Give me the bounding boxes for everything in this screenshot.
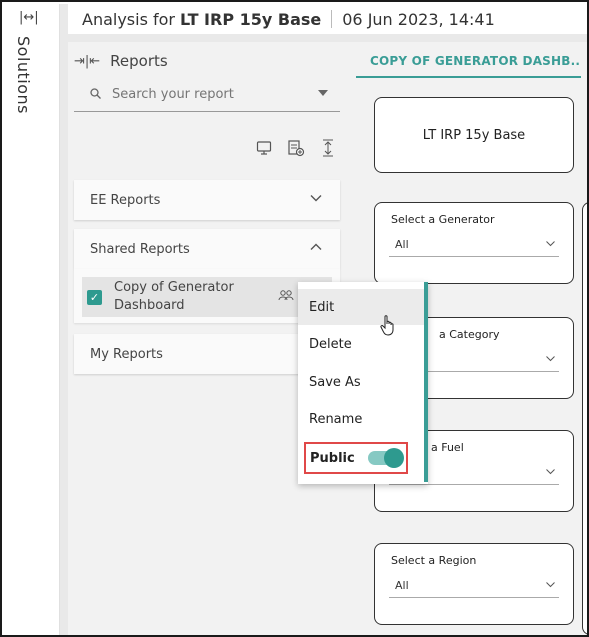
chevron-down-icon: [546, 241, 555, 247]
section-shared-reports[interactable]: Shared Reports: [74, 229, 340, 269]
menu-item-edit[interactable]: Edit: [298, 289, 424, 325]
solutions-rail: |↔| Solutions: [4, 4, 60, 635]
collapse-panel-icon[interactable]: ⇥|⇤: [74, 54, 100, 69]
solutions-title[interactable]: Solutions: [14, 36, 33, 114]
section-label: My Reports: [90, 346, 163, 362]
search-input[interactable]: [112, 87, 312, 102]
page-header: Analysis for LT IRP 15y Base 06 Jun 2023…: [68, 4, 587, 34]
filter-select[interactable]: All: [389, 235, 559, 257]
section-ee-reports[interactable]: EE Reports: [74, 180, 340, 220]
expand-horizontal-icon[interactable]: |↔|: [19, 10, 39, 25]
shared-users-icon: [278, 289, 294, 304]
header-prefix: Analysis for: [82, 9, 176, 29]
filter-select[interactable]: All: [389, 576, 559, 598]
dashboard-card-edge: [582, 202, 587, 635]
dashboard-title-card: LT IRP 15y Base: [374, 97, 574, 173]
app-frame: |↔| Solutions Analysis for LT IRP 15y Ba…: [0, 0, 589, 637]
dropdown-caret-icon[interactable]: [318, 90, 328, 96]
divider: [68, 34, 587, 42]
public-label: Public: [310, 450, 355, 466]
chevron-down-icon[interactable]: [310, 192, 322, 204]
filter-region: Select a Region All: [374, 543, 574, 625]
expand-vertical-icon[interactable]: [318, 138, 338, 158]
chevron-down-icon: [546, 582, 555, 588]
report-checkbox[interactable]: ✓: [87, 289, 102, 305]
hand-cursor-icon: [380, 315, 394, 336]
divider: [60, 4, 68, 635]
chevron-up-icon[interactable]: [310, 241, 322, 253]
tab-dashboard[interactable]: COPY OF GENERATOR DASHB...: [356, 50, 581, 78]
report-name[interactable]: Copy of Generator Dashboard: [114, 279, 244, 315]
search-icon: [90, 87, 108, 102]
reports-title: Reports: [110, 52, 168, 70]
report-toolbar: [254, 138, 338, 158]
section-label: EE Reports: [90, 192, 161, 208]
header-separator: [331, 10, 333, 28]
filter-generator: Select a Generator All: [374, 202, 574, 284]
menu-item-save-as[interactable]: Save As: [298, 364, 424, 400]
filter-label: Select a Region: [391, 554, 477, 567]
reports-panel-header: ⇥|⇤ Reports: [74, 52, 168, 70]
filter-label: a Fuel: [431, 441, 464, 454]
filter-value: All: [395, 238, 409, 251]
public-toggle[interactable]: [368, 448, 404, 468]
chevron-down-icon: [546, 469, 555, 475]
section-label: Shared Reports: [90, 241, 190, 257]
report-search[interactable]: [74, 78, 340, 112]
dashboard-title: LT IRP 15y Base: [422, 127, 526, 143]
menu-scrollbar[interactable]: [424, 282, 428, 482]
filter-label: a Category: [439, 328, 500, 341]
menu-item-delete[interactable]: Delete: [298, 326, 424, 362]
presentation-icon[interactable]: [254, 138, 274, 158]
chevron-down-icon: [546, 356, 555, 362]
menu-item-public[interactable]: Public: [304, 442, 408, 474]
toggle-knob: [384, 448, 404, 468]
filter-label: Select a Generator: [391, 213, 495, 226]
filter-value: All: [395, 579, 409, 592]
add-report-icon[interactable]: [286, 138, 306, 158]
menu-item-rename[interactable]: Rename: [298, 401, 424, 437]
list-item[interactable]: ✓ Copy of Generator Dashboard: [82, 277, 332, 317]
analysis-timestamp: 06 Jun 2023, 14:41: [342, 9, 495, 29]
analysis-name: LT IRP 15y Base: [180, 9, 322, 29]
